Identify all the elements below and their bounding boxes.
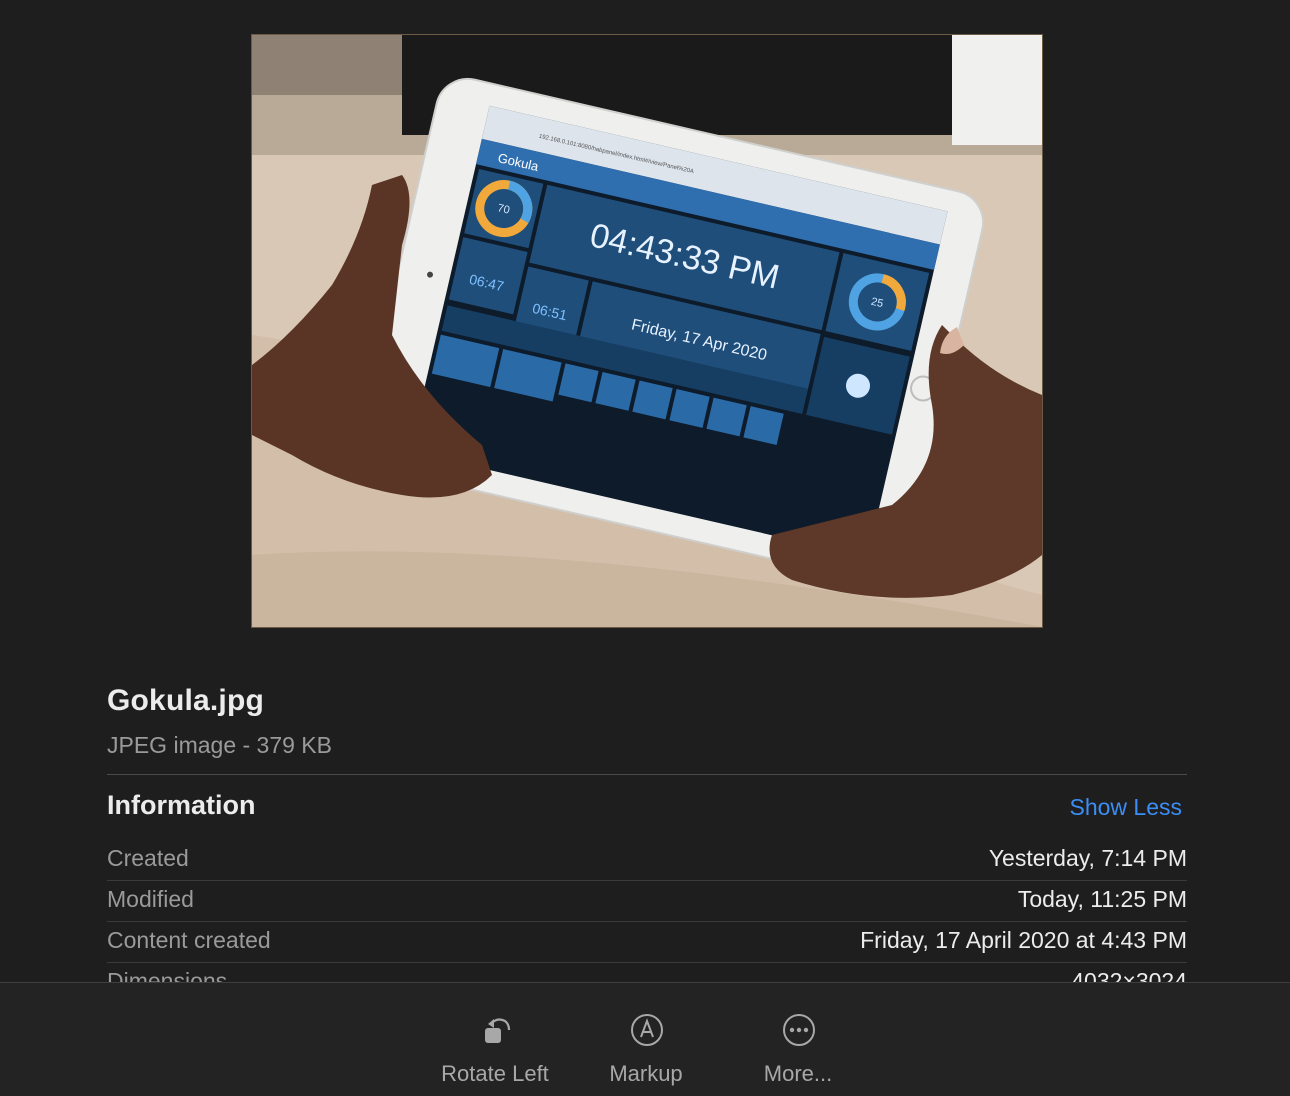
info-label: Dimensions xyxy=(107,968,228,982)
more-button[interactable]: More... xyxy=(723,983,873,1096)
image-preview[interactable]: Gokula 192.168.0.101:8080/habpanel/index… xyxy=(251,34,1043,628)
info-value: Friday, 17 April 2020 at 4:43 PM xyxy=(860,927,1187,953)
markup-pen-icon xyxy=(631,1014,663,1046)
info-row-created: Created Yesterday, 7:14 PM xyxy=(107,840,1187,881)
rotate-left-button[interactable]: Rotate Left xyxy=(420,983,570,1096)
markup-label: Markup xyxy=(609,1061,683,1086)
info-label: Created xyxy=(107,845,189,871)
information-heading: Information xyxy=(107,790,256,820)
bottom-toolbar: Rotate Left Markup More... xyxy=(0,982,1290,1096)
info-row-content-created: Content created Friday, 17 April 2020 at… xyxy=(107,922,1187,963)
info-value: Today, 11:25 PM xyxy=(1017,886,1187,912)
info-row-modified: Modified Today, 11:25 PM xyxy=(107,881,1187,922)
ellipsis-circle-icon xyxy=(783,1014,815,1046)
more-label: More... xyxy=(763,1061,833,1086)
file-info-window: Gokula 192.168.0.101:8080/habpanel/index… xyxy=(0,0,1290,1096)
info-row-dimensions: Dimensions 4032×3024 xyxy=(107,963,1187,982)
info-value: Yesterday, 7:14 PM xyxy=(988,845,1187,871)
rotate-left-icon xyxy=(485,1018,511,1043)
info-value: 4032×3024 xyxy=(1071,968,1187,982)
markup-button[interactable]: Markup xyxy=(571,983,721,1096)
info-label: Content created xyxy=(107,927,271,953)
information-list[interactable]: Created Yesterday, 7:14 PM Modified Toda… xyxy=(107,840,1187,982)
rotate-left-label: Rotate Left xyxy=(441,1061,549,1086)
show-less-button[interactable]: Show Less xyxy=(1069,794,1182,821)
photo-illustration: Gokula 192.168.0.101:8080/habpanel/index… xyxy=(252,35,1042,627)
header-divider xyxy=(107,774,1187,775)
file-kind-size: JPEG image - 379 KB xyxy=(107,732,332,758)
file-name: Gokula.jpg xyxy=(107,684,265,717)
info-label: Modified xyxy=(107,886,194,912)
